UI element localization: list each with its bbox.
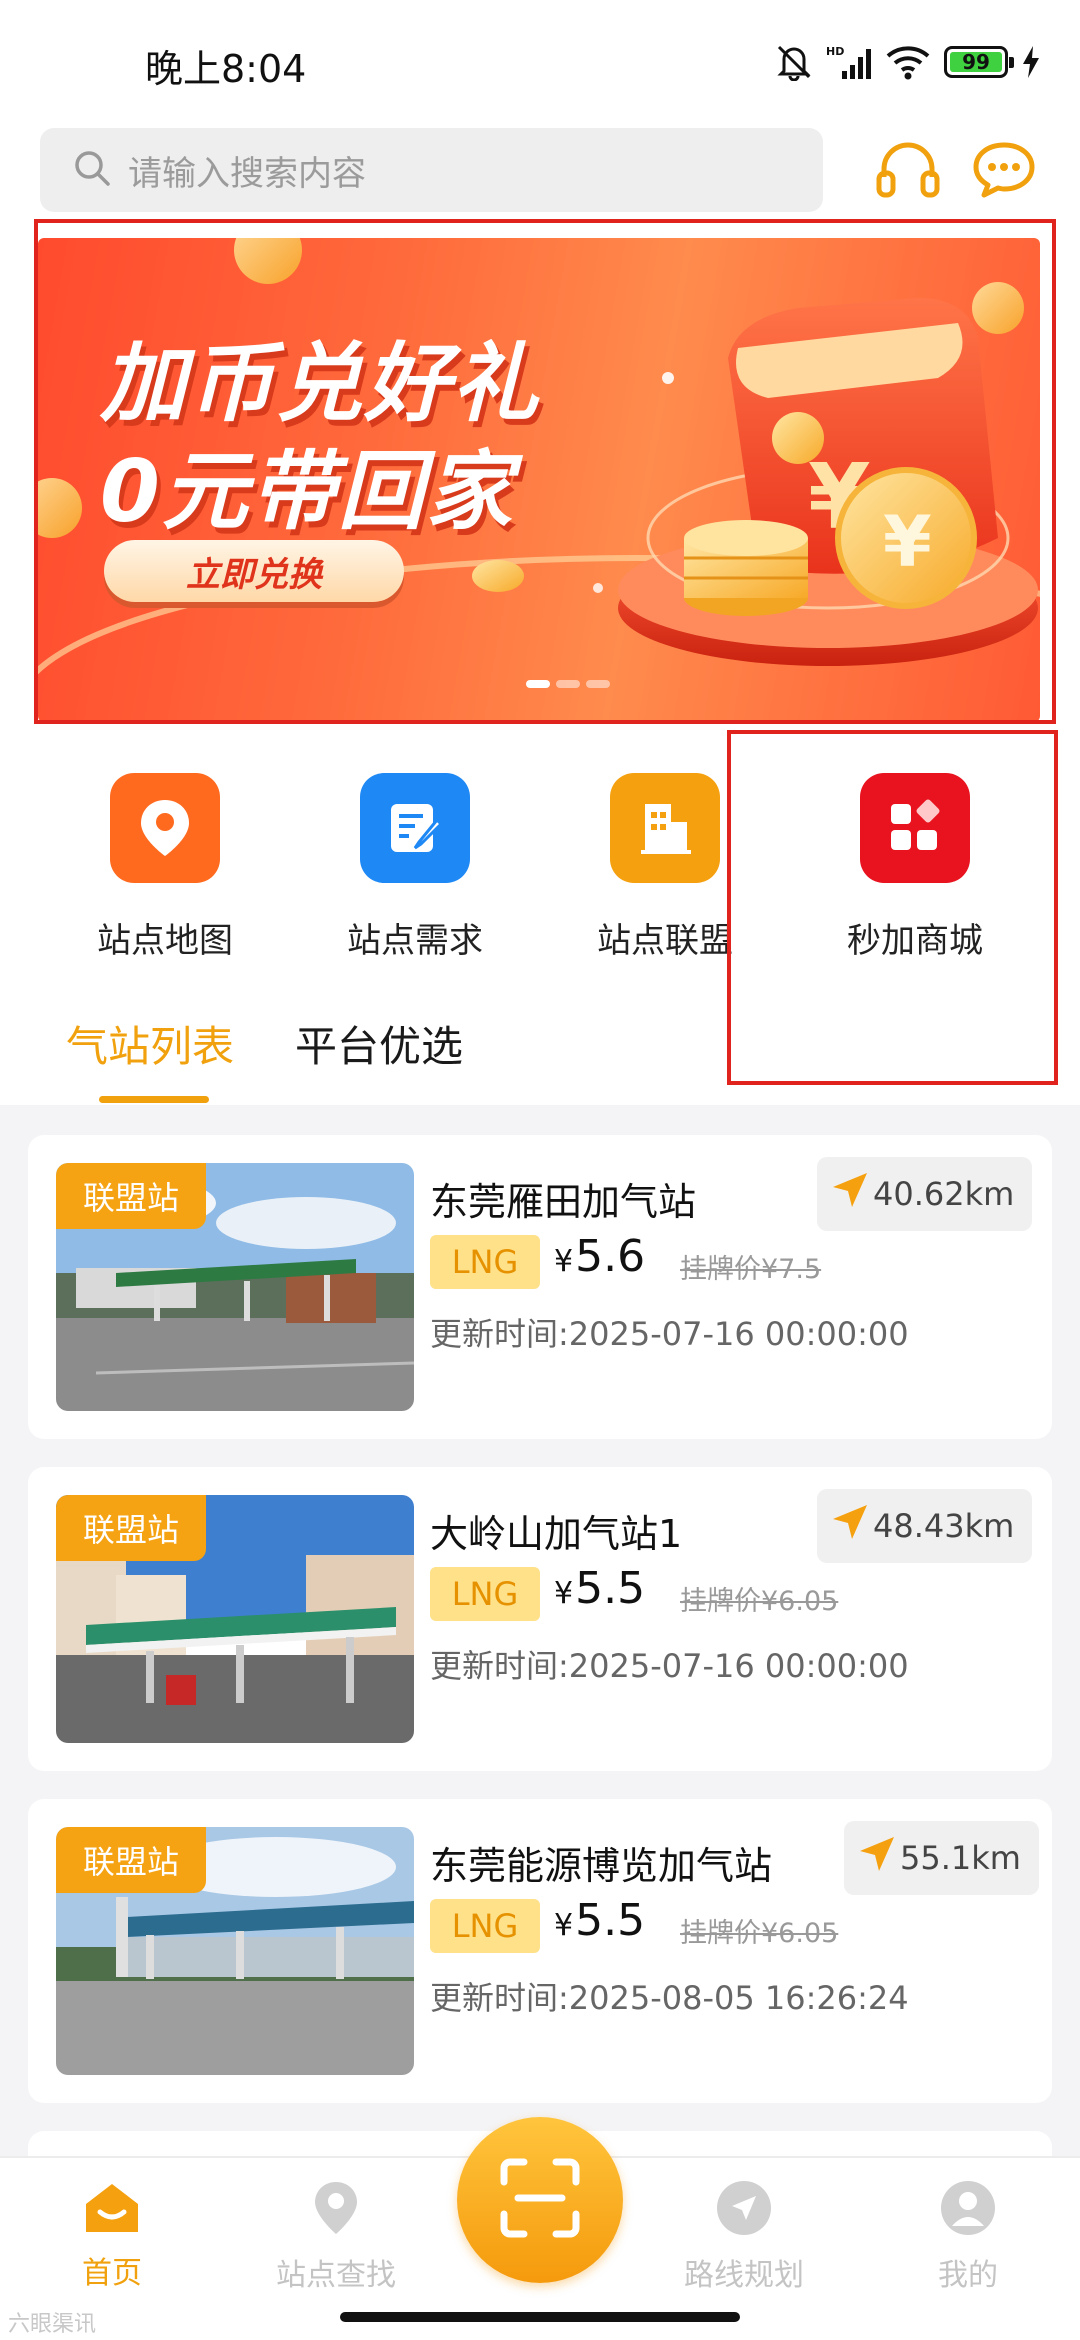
carousel-indicator — [526, 680, 610, 688]
message-icon[interactable] — [966, 132, 1042, 208]
banner-title: 加币兑好礼 0元带回家 — [100, 334, 540, 542]
status-time: 晚上8:04 — [145, 47, 307, 91]
location-pin-icon — [110, 773, 220, 883]
search-icon — [72, 148, 112, 192]
home-indicator — [340, 2312, 740, 2322]
station-card[interactable]: 联盟站 东莞能源博览加气站 55.1km LNG ¥5.5 挂牌价¥6.05 更… — [28, 1799, 1052, 2103]
list-price: 挂牌价¥7.5 — [680, 1254, 822, 1285]
nav-station-search[interactable]: 站点查找 — [256, 2178, 416, 2294]
alliance-tag: 联盟站 — [56, 1163, 206, 1229]
app-grid-icon — [860, 773, 970, 883]
update-time: 更新时间:2025-08-05 16:26:24 — [430, 1979, 909, 2017]
alliance-tag: 联盟站 — [56, 1827, 206, 1893]
status-icons: HD 99 — [776, 40, 1040, 84]
customer-service-icon[interactable] — [870, 132, 946, 208]
list-price: 挂牌价¥6.05 — [680, 1918, 839, 1949]
charging-icon — [1022, 46, 1040, 78]
distance-badge: 40.62km — [817, 1157, 1033, 1231]
signal-icon: HD — [826, 43, 872, 81]
station-price: ¥5.5 — [554, 1563, 646, 1614]
alliance-tag: 联盟站 — [56, 1495, 206, 1561]
scan-icon — [498, 2156, 582, 2244]
navigation-arrow-icon — [858, 1835, 896, 1881]
svg-text:HD: HD — [826, 45, 844, 58]
svg-text:¥: ¥ — [883, 501, 932, 583]
wifi-icon — [886, 44, 930, 80]
search-input[interactable]: 请输入搜索内容 — [40, 128, 823, 212]
tab-station-list[interactable]: 气站列表 — [66, 1013, 234, 1074]
promo-banner[interactable]: ¥ ¥ 加币兑好礼 0元带回家 立即兑换 — [38, 238, 1040, 722]
carousel-dot — [586, 680, 610, 688]
station-name: 大岭山加气站1 — [430, 1512, 683, 1556]
distance-badge: 55.1km — [844, 1821, 1039, 1895]
watermark: 六眼渠讯 — [8, 2312, 97, 2337]
menu-label: 站点地图 — [97, 921, 233, 961]
status-bar: 晚上8:04 HD 99 — [0, 0, 1080, 120]
station-name: 东莞能源博览加气站 — [430, 1844, 773, 1888]
fuel-type-tag: LNG — [430, 1899, 540, 1953]
station-card[interactable]: 联盟站 东莞雁田加气站 40.62km LNG ¥5.6 挂牌价¥7.5 更新时… — [28, 1135, 1052, 1439]
nav-profile[interactable]: 我的 — [888, 2178, 1048, 2294]
active-tab-indicator — [99, 1096, 209, 1103]
list-price: 挂牌价¥6.05 — [680, 1586, 839, 1617]
list-tabs: 气站列表 平台优选 — [0, 983, 1080, 1105]
update-time: 更新时间:2025-07-16 00:00:00 — [430, 1647, 909, 1685]
tab-platform-picks[interactable]: 平台优选 — [295, 1013, 463, 1074]
edit-document-icon — [360, 773, 470, 883]
user-icon — [938, 2178, 998, 2242]
scan-button[interactable] — [457, 2117, 623, 2283]
nav-home[interactable]: 首页 — [32, 2178, 192, 2292]
carousel-dot — [526, 680, 550, 688]
navigation-arrow-icon — [831, 1171, 869, 1217]
search-placeholder: 请输入搜索内容 — [128, 153, 366, 194]
location-icon — [310, 2178, 362, 2242]
menu-item-station-alliance[interactable]: 站点联盟 — [540, 773, 790, 962]
station-photo: 联盟站 — [56, 1163, 414, 1411]
station-name: 东莞雁田加气站 — [430, 1180, 697, 1224]
navigation-icon — [714, 2178, 774, 2242]
menu-label: 站点需求 — [347, 921, 483, 961]
nav-route-planning[interactable]: 路线规划 — [664, 2178, 824, 2294]
station-card[interactable]: 联盟站 大岭山加气站1 48.43km LNG ¥5.5 挂牌价¥6.05 更新… — [28, 1467, 1052, 1771]
menu-item-mall[interactable]: 秒加商城 — [790, 773, 1040, 962]
mute-icon — [776, 43, 812, 81]
navigation-arrow-icon — [831, 1503, 869, 1549]
menu-label: 站点联盟 — [597, 921, 733, 961]
menu-item-station-demand[interactable]: 站点需求 — [290, 773, 540, 962]
building-icon — [610, 773, 720, 883]
battery-icon: 99 — [944, 46, 1014, 78]
quick-menu: 站点地图 站点需求 站点联盟 秒加商城 — [0, 723, 1080, 983]
home-icon — [80, 2178, 144, 2240]
carousel-dot — [556, 680, 580, 688]
menu-label: 秒加商城 — [847, 921, 983, 961]
update-time: 更新时间:2025-07-16 00:00:00 — [430, 1315, 909, 1353]
header: 请输入搜索内容 — [0, 120, 1080, 238]
station-price: ¥5.6 — [554, 1231, 646, 1282]
menu-item-station-map[interactable]: 站点地图 — [40, 773, 290, 962]
banner-area: ¥ ¥ 加币兑好礼 0元带回家 立即兑换 — [0, 238, 1080, 723]
redeem-button[interactable]: 立即兑换 — [104, 540, 404, 602]
station-photo: 联盟站 — [56, 1495, 414, 1743]
station-price: ¥5.5 — [554, 1895, 646, 1946]
distance-badge: 48.43km — [817, 1489, 1033, 1563]
fuel-type-tag: LNG — [430, 1567, 540, 1621]
fuel-type-tag: LNG — [430, 1235, 540, 1289]
station-photo: 联盟站 — [56, 1827, 414, 2075]
